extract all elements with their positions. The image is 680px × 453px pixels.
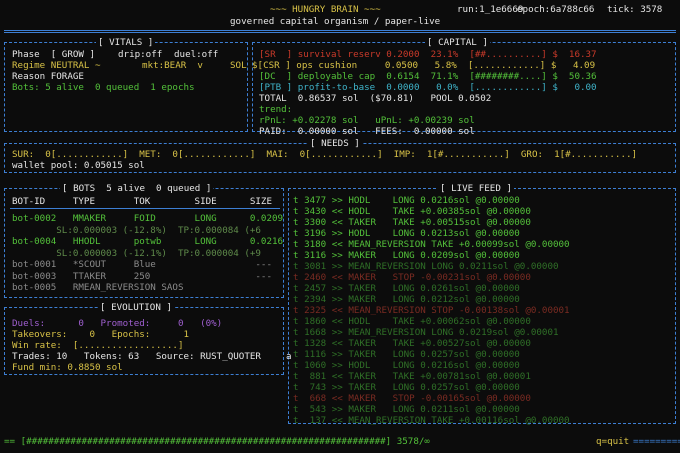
tick-counter: tick: 3578 [607,4,663,15]
feed-line: t 3477 >> HODL LONG 0.0216sol @0.00000 [293,195,520,206]
bot-row[interactable]: SL:0.000003 (-12.1%) TP:0.000004 (+9 [12,248,261,259]
capital-pct: 5.8% [429,60,457,71]
feed-line: t 3300 << TAKER TAKE +0.00515sol @0.0000… [293,217,531,228]
feed-line: t 2460 << MAKER STOP -0.00231sol @0.0000… [293,272,531,283]
capital-bar: [............] [469,82,547,93]
app-subtitle: governed capital organism / paper-live [230,16,441,27]
feed-line: t 668 << MAKER STOP -0.00165sol @0.00000 [293,393,531,404]
epoch-id: epoch:6a788c66 [517,4,595,15]
quit-hint[interactable]: q=quit [596,436,629,447]
capital-tag: [SR ] [259,49,293,60]
bot-row[interactable]: bot-0005 RMEAN_REVERSION SAOS [12,282,278,293]
evolution-duels: Duels: 0 Promoted: 0 (0%) [12,318,223,329]
capital-bar: [............] [467,60,546,71]
vitals-title: [ VITALS ] [96,37,156,48]
evolution-title: [ EVOLUTION ] [98,302,174,313]
vitals-drip: drip:off [118,49,163,60]
live-feed-title: [ LIVE FEED ] [438,183,514,194]
capital-bar: [########....] [469,71,547,82]
feed-line: t 743 >> TAKER LONG 0.0257sol @0.00000 [293,382,520,393]
vitals-duel: duel:off [174,49,219,60]
bots-column-headers: BOT-ID TYPE TOK SIDE SIZE [12,196,272,207]
capital-total: TOTAL 0.86537 sol ($70.81) POOL 0.0502 [259,93,492,104]
capital-tag: [CSR ] [257,60,291,71]
capital-ratio: 0.6154 [386,71,420,82]
capital-ratio: 0.0000 [386,82,420,93]
capital-name: survival reserv [297,49,381,60]
capital-pct: 23.1% [430,49,459,60]
vitals-phase: Phase [ GROW ] [12,49,95,60]
needs-title: [ NEEDS ] [308,138,362,149]
evolution-fund-min: Fund min: 0.8850 sol [12,362,123,373]
capital-row-sr: [SR ] survival reserv 0.2000 23.1% [##..… [259,49,597,60]
run-id: run:1_1e6669 [457,4,524,15]
vitals-market: mkt:BEAR v [142,60,203,71]
capital-name: ops cushion [296,60,358,71]
capital-paid-fees: PAID: 0.00000 sol FEES: 0.00000 sol [259,126,475,137]
feed-line: t 3081 >> MEAN_REVERSION LONG 0.0211sol … [293,261,559,272]
capital-tag: [DC ] [259,71,293,82]
capital-pnl: rPnL: +0.02278 sol uPnL: +0.00239 sol [259,115,475,126]
needs-levels: SUR: 0[............] MET: 0[............… [12,149,638,160]
feed-line: t 881 << TAKER TAKE +0.00781sol @0.00001 [293,371,531,382]
feed-cursor: a [286,351,292,362]
bot-row[interactable]: bot-0002 MMAKER FOID LONG 0.0209 [12,213,283,224]
bot-row[interactable]: bot-0003 TTAKER 250 --- [12,271,272,282]
evolution-trades: Trades: 10 Tokens: 63 Source: RUST_QUOTE… [12,351,261,362]
feed-line: t 1060 >> HODL LONG 0.0216sol @0.00000 [293,360,520,371]
capital-usd: $ 4.09 [550,60,596,71]
capital-trend-label: trend: [259,104,293,115]
capital-title: [ CAPITAL ] [425,37,490,48]
capital-ratio: 0.2000 [386,49,420,60]
capital-row-ptb: [PTB ] profit-to-base 0.0000 0.0% [.....… [259,82,597,93]
wallet-pool: wallet pool: 0.05015 sol [12,160,145,171]
capital-name: profit-to-base [297,82,376,93]
feed-line: t 1116 >> TAKER LONG 0.0257sol @0.00000 [293,349,520,360]
feed-line: t 2325 << MEAN_REVERSION STOP -0.00138so… [293,305,570,316]
capital-usd: $ 16.37 [552,49,597,60]
vitals-bots: Bots: 5 alive 0 queued 1 epochs [12,82,195,93]
feed-line: t 2457 >> TAKER LONG 0.0261sol @0.00000 [293,283,520,294]
feed-line: t 543 >> MAKER LONG 0.0211sol @0.00000 [293,404,520,415]
capital-pct: 0.0% [430,82,459,93]
feed-line: t 1668 >> MEAN_REVERSION LONG 0.0219sol … [293,327,559,338]
feed-line: t 3430 << HODL TAKE +0.00385sol @0.00000 [293,206,531,217]
feed-line: t 1328 << TAKER TAKE +0.00527sol @0.0000… [293,338,531,349]
evolution-takeovers: Takeovers: 0 Epochs: 1 [12,329,190,340]
capital-row-csr: $[CSR ] ops cushion 0.0500 5.8% [.......… [252,60,596,71]
capital-row-dc: [DC ] deployable cap 0.6154 71.1% [#####… [259,71,597,82]
feed-line: t 2394 >> MAKER LONG 0.0212sol @0.00000 [293,294,520,305]
footer-rule: ========= [633,436,680,447]
feed-line: t 3180 << MEAN_REVERSION TAKE +0.00099so… [293,239,570,250]
capital-name: deployable cap [297,71,376,82]
bot-row[interactable]: bot-0004 HHODL potwb LONG 0.0216 [12,236,283,247]
capital-tag: [PTB ] [259,82,293,93]
capital-ratio: 0.0500 [384,60,419,71]
vitals-reason: Reason FORAGE [12,71,84,82]
bots-header-rule [10,208,280,209]
capital-bar: [##..........] [469,49,547,60]
feed-line: t 3196 >> HODL LONG 0.0213sol @0.00000 [293,228,520,239]
feed-line: t 3116 >> MAKER LONG 0.0209sol @0.00000 [293,250,520,261]
capital-pct: 71.1% [430,71,459,82]
vitals-sol-tag: SOL [230,60,247,71]
vitals-regime: Regime NEUTRAL ~ [12,60,101,71]
tick-progress-bar: == [####################################… [4,436,430,447]
bot-row[interactable]: SL:0.000003 (-12.8%) TP:0.000084 (+6 [12,225,261,236]
capital-usd: $ 0.00 [552,82,597,93]
feed-line: t 1860 << HODL TAKE +0.00062sol @0.00000 [293,316,531,327]
evolution-winrate: Win rate: [..................] [12,340,184,351]
header-divider [4,30,676,33]
feed-line: t 137 << MEAN_REVERSION TAKE +0.00116sol… [293,415,570,426]
bots-title: [ BOTS 5 alive 0 queued ] [60,183,214,194]
capital-usd: $ 50.36 [552,71,597,82]
bot-row[interactable]: bot-0001 *SCOUT Blue --- [12,259,272,270]
app-title: ~~~ HUNGRY BRAIN ~~~ [270,4,381,15]
